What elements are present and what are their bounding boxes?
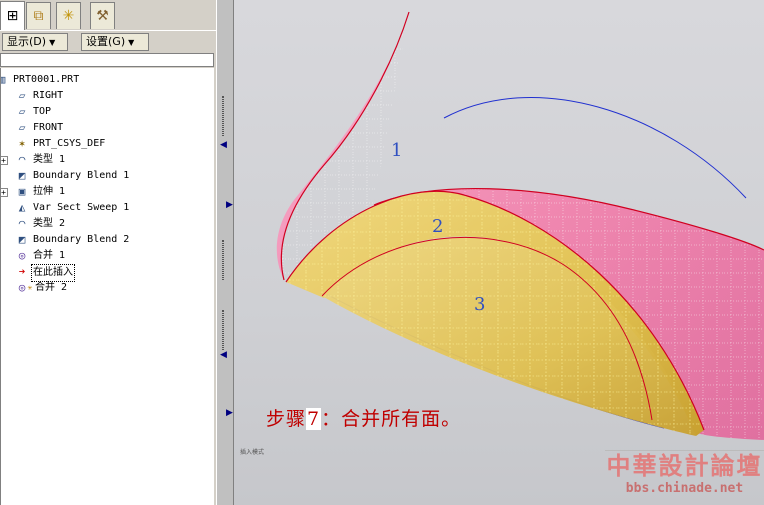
part-icon: ▥ <box>1 73 9 87</box>
folder-browser-icon: ⧉ <box>33 8 44 24</box>
surface-label-1: 1 <box>391 140 402 161</box>
collapse-left-arrow-icon[interactable]: ◀ <box>220 350 230 360</box>
forum-watermark: 中華設計論壇 bbs.chinade.net <box>605 450 764 500</box>
splitter-grip <box>222 310 224 350</box>
tab-favorites[interactable]: ✳ <box>56 2 81 29</box>
suppressed-marker-icon: ✳ <box>27 283 33 292</box>
datum-plane-icon: ▱ <box>18 105 26 118</box>
step-number: 7 <box>306 408 322 430</box>
step-caption: 步骤7：合并所有面。 <box>266 408 462 430</box>
boundary-blend-icon: ◩ <box>18 169 26 182</box>
insert-here-arrow-icon: ➔ <box>18 265 26 278</box>
settings-menu-button[interactable]: 设置(G) ▼ <box>81 33 149 51</box>
splitter-grip <box>222 240 224 280</box>
model-tree: ▥ PRT0001.PRT ▱ RIGHT ▱ TOP ▱ FRONT ✶ PR… <box>0 68 214 505</box>
splitter-grip <box>222 96 224 136</box>
dropdown-arrow-icon: ▼ <box>128 38 135 47</box>
tab-tools[interactable]: ⚒ <box>90 2 115 29</box>
model-tree-icon: ⊞ <box>6 8 19 24</box>
model-tree-toolbar: 显示(D) ▼ 设置(G) ▼ <box>0 30 216 52</box>
expand-icon[interactable]: + <box>1 188 8 197</box>
surface-feature-icon: ◠ <box>18 217 26 230</box>
collapse-left-arrow-icon[interactable]: ◀ <box>220 140 230 150</box>
expand-icon[interactable]: + <box>1 156 8 165</box>
model-tree-panel: ⊞ ⧉ ✳ ⚒ 显示(D)▼ 设置(G)▼ ▥ PRT0001.PRT ▱ RI… <box>0 0 216 505</box>
boundary-blend-icon: ◩ <box>18 233 26 246</box>
tools-icon: ⚒ <box>96 8 109 24</box>
view-mode-tag: 插入模式 <box>240 449 265 456</box>
datum-plane-icon: ▱ <box>18 121 26 134</box>
watermark-url: bbs.chinade.net <box>625 481 744 496</box>
datum-plane-icon: ▱ <box>18 89 26 102</box>
tab-folder-browser[interactable]: ⧉ <box>26 2 51 29</box>
surface-feature-icon: ◠ <box>18 153 26 166</box>
merge-icon: ◎ <box>18 249 26 262</box>
panel-splitter[interactable]: ◀ ▶ ◀ ▶ <box>216 0 234 505</box>
sweep-icon: ◭ <box>18 201 26 214</box>
extrude-icon: ▣ <box>18 185 26 198</box>
watermark-title: 中華設計論壇 <box>606 451 763 480</box>
tree-filter-field[interactable] <box>0 53 214 67</box>
coordinate-system-icon: ✶ <box>18 137 26 150</box>
surface-label-2: 2 <box>432 216 443 237</box>
favorites-icon: ✳ <box>62 8 75 24</box>
show-menu-button[interactable]: 显示(D) ▼ <box>2 33 68 51</box>
tab-model-tree[interactable]: ⊞ <box>0 1 25 30</box>
construction-curve-upper <box>443 97 747 199</box>
dropdown-arrow-icon: ▼ <box>49 38 56 47</box>
surface-label-3: 3 <box>474 294 485 315</box>
navigator-tab-strip: ⊞ ⧉ ✳ ⚒ <box>0 0 216 30</box>
